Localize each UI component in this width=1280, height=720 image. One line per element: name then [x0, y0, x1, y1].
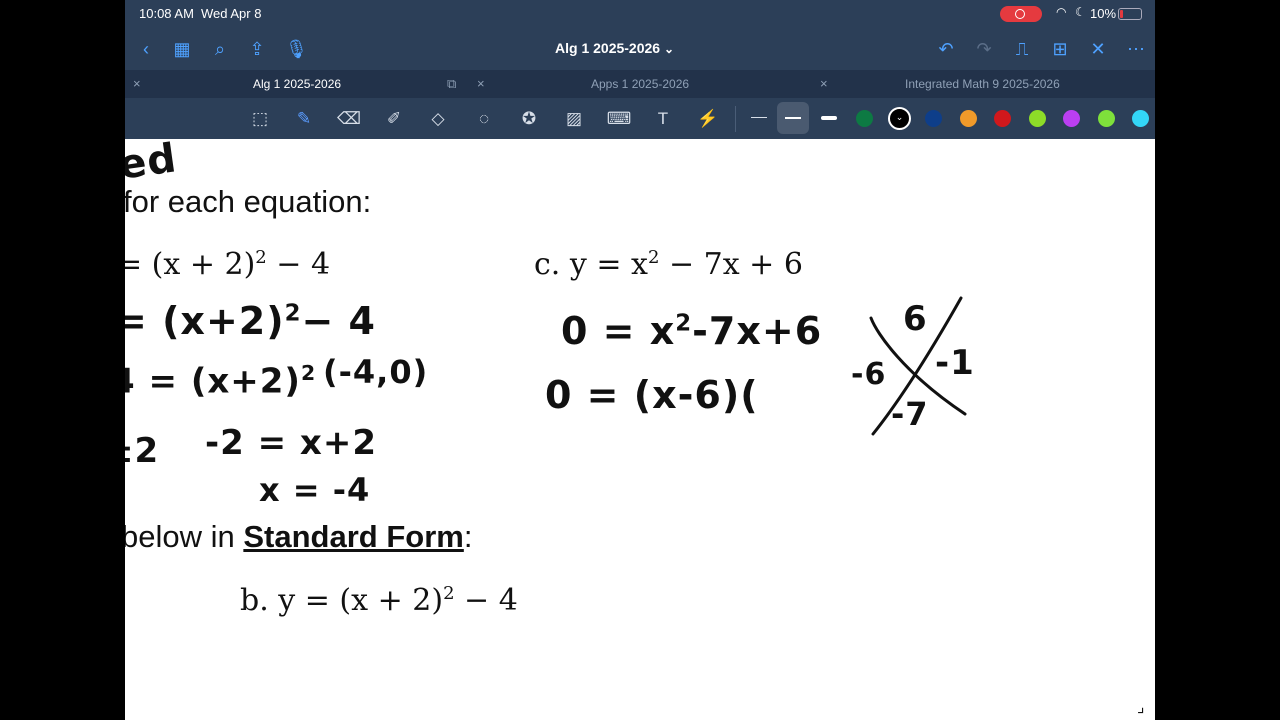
color-swatch-cyan[interactable]	[1132, 110, 1149, 127]
image-icon[interactable]: ▨	[561, 106, 587, 132]
x-diagram-bottom: -7	[891, 395, 929, 433]
scroll-corner-mark: ⌟	[1137, 699, 1145, 716]
close-editing-icon[interactable]: ✕	[1087, 38, 1109, 60]
more-icon[interactable]: ⋯	[1125, 38, 1147, 60]
tab-bar: × Alg 1 2025-2026 ⧉ × Apps 1 2025-2026 ×…	[125, 70, 1155, 98]
bookmark-icon[interactable]: ⎍	[1011, 38, 1033, 60]
handwriting-plus-minus: ±2	[125, 431, 160, 471]
instruction-standard-form: below in Standard Form:	[125, 519, 473, 554]
color-swatch-green[interactable]	[856, 110, 873, 127]
color-swatch-red[interactable]	[994, 110, 1011, 127]
handwritten-title-fragment: ed	[125, 135, 180, 189]
toolbar-divider	[735, 106, 736, 132]
ipad-screen: 10:08 AM Wed Apr 8 ◠ ☾ 10% ‹ ▦ ⌕ ⇪ 🎙 Alg…	[125, 0, 1155, 720]
grid-view-icon[interactable]: ▦	[171, 38, 193, 60]
tab-alg1[interactable]: Alg 1 2025-2026	[253, 70, 341, 98]
laser-pointer-icon[interactable]: ⚡	[695, 106, 721, 132]
lasso-icon[interactable]: ◌	[471, 106, 497, 132]
close-tab-icon[interactable]: ×	[133, 70, 141, 98]
shapes-icon[interactable]: ◇	[425, 106, 451, 132]
tab-integrated-math[interactable]: Integrated Math 9 2025-2026	[905, 70, 1060, 98]
undo-icon[interactable]: ↶	[935, 38, 957, 60]
handwriting-step-1: = (x+2)2− 4	[125, 299, 376, 343]
highlighter-icon[interactable]: ✐	[381, 106, 407, 132]
color-swatch-purple[interactable]	[1063, 110, 1080, 127]
thin-stroke-option[interactable]	[751, 117, 767, 118]
color-swatch-orange[interactable]	[960, 110, 977, 127]
x-diagram-left: -6	[851, 357, 887, 392]
status-time: 10:08 AM	[139, 6, 194, 21]
battery-percent: 10%	[1090, 6, 1117, 21]
medium-stroke-option[interactable]	[777, 102, 809, 134]
microphone-icon[interactable]: 🎙	[285, 38, 308, 60]
redo-icon[interactable]: ↷	[973, 38, 995, 60]
handwriting-c-step-1: 0 = x2-7x+6	[561, 309, 823, 353]
color-swatch-navy[interactable]	[925, 110, 942, 127]
thick-stroke-option[interactable]	[821, 116, 837, 120]
chevron-down-icon: ⌄	[663, 42, 675, 56]
color-swatch-light-green[interactable]	[1098, 110, 1115, 127]
equation-b: b. y = (x + 2)2 − 4	[240, 583, 518, 618]
notebook-title-text: Alg 1 2025-2026	[555, 40, 661, 56]
app-chrome: 10:08 AM Wed Apr 8 ◠ ☾ 10% ‹ ▦ ⌕ ⇪ 🎙 Alg…	[125, 0, 1155, 139]
notebook-page[interactable]: ed for each equation: = (x + 2)2 − 4 c. …	[125, 135, 1155, 720]
search-icon[interactable]: ⌕	[209, 38, 231, 60]
keyboard-icon[interactable]: ⌨	[606, 106, 632, 132]
eraser-icon[interactable]: ⌫	[336, 106, 362, 132]
x-diagram-right: -1	[935, 343, 975, 383]
back-icon[interactable]: ‹	[137, 38, 155, 60]
pen-icon[interactable]: ✎	[291, 106, 317, 132]
add-page-icon[interactable]: ⊞	[1049, 38, 1071, 60]
share-icon[interactable]: ⇪	[246, 38, 268, 60]
tab-apps1[interactable]: Apps 1 2025-2026	[591, 70, 689, 98]
handwriting-step-4: x = -4	[259, 471, 371, 509]
sticker-icon[interactable]: ✪	[516, 106, 542, 132]
screen-recording-indicator[interactable]	[1000, 6, 1042, 22]
handwriting-c-step-2: 0 = (x-6)(	[545, 373, 759, 417]
record-icon	[1015, 9, 1025, 19]
wifi-icon: ◠	[1056, 5, 1067, 19]
handwriting-step-3: -2 = x+2	[205, 423, 378, 463]
text-box-icon[interactable]: T	[650, 106, 676, 132]
instruction-find-intercepts: for each equation:	[125, 184, 372, 219]
color-swatch-lime[interactable]	[1029, 110, 1046, 127]
split-view-icon[interactable]: ⧉	[447, 70, 456, 98]
equation-c: c. y = x2 − 7x + 6	[534, 247, 803, 282]
status-date: Wed Apr 8	[201, 6, 262, 21]
equation-a: = (x + 2)2 − 4	[125, 247, 331, 282]
image-lasso-icon[interactable]: ⬚	[247, 106, 273, 132]
battery-icon	[1118, 8, 1142, 20]
close-tab-icon[interactable]: ×	[477, 70, 485, 98]
handwritten-point: (-4,0)	[323, 353, 429, 391]
x-diagram-top: 6	[903, 299, 928, 339]
color-swatch-black-selected[interactable]: ⌄	[888, 107, 911, 130]
close-tab-icon[interactable]: ×	[820, 70, 828, 98]
moon-icon: ☾	[1075, 5, 1086, 19]
notebook-title[interactable]: Alg 1 2025-2026 ⌄	[555, 40, 674, 56]
handwriting-step-2: 4 = (x+2)2	[125, 361, 317, 402]
